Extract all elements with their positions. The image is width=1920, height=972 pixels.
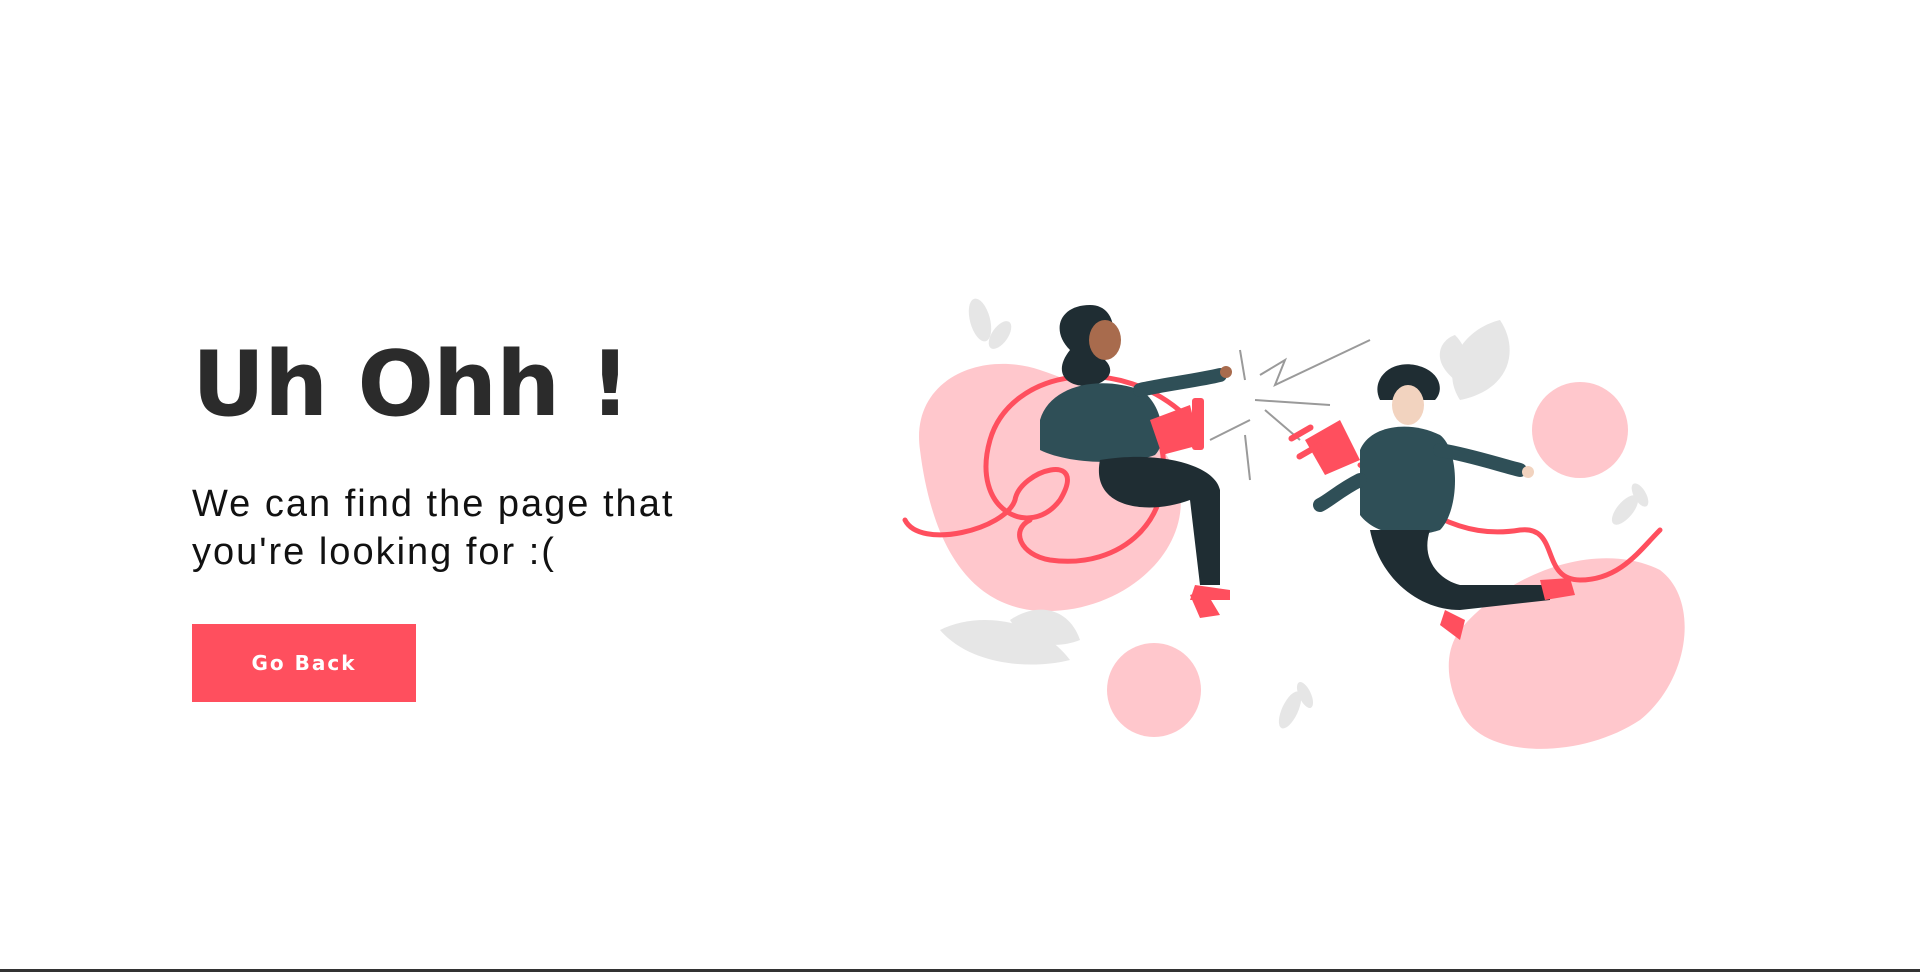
leaf-top-left [968,298,1012,349]
plug-right [1288,420,1360,475]
blob-bottom-small [1107,643,1201,737]
page-title: Uh Ohh ! [192,332,631,437]
error-content: Uh Ohh ! We can find the page that you'r… [192,330,792,702]
error-message: We can find the page that you're looking… [192,483,675,573]
blob-top-right [1532,382,1628,478]
leaf-right [1611,483,1649,525]
unplugged-cable-illustration [902,298,1685,749]
leaf-bottom-left [940,609,1080,665]
error-page: Uh Ohh ! We can find the page that you'r… [0,0,1920,972]
man-figure [1288,364,1575,640]
leaf-bottom-mid [1278,682,1314,729]
go-back-button[interactable]: Go Back [192,624,416,702]
leaf-top-right [1439,320,1510,400]
